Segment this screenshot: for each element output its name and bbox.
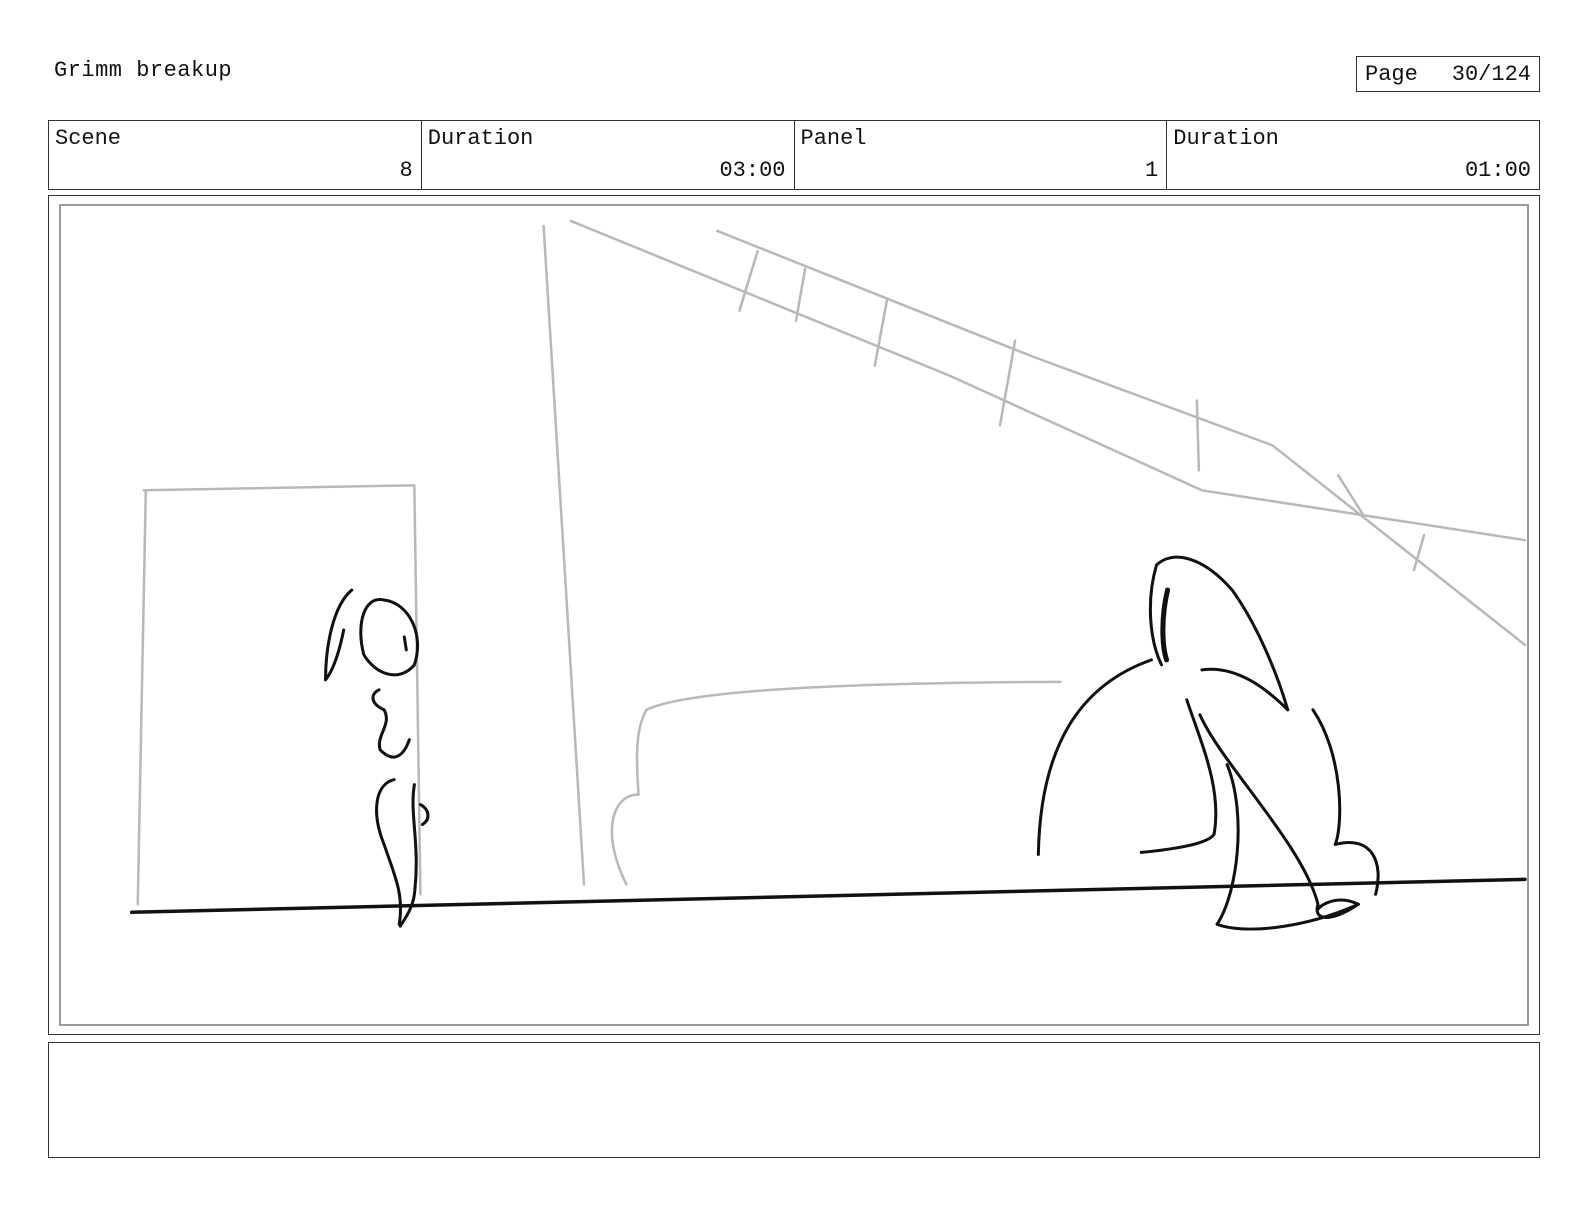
panel-label: Panel xyxy=(800,126,867,151)
panel-duration-label: Duration xyxy=(1173,126,1279,151)
scene-value: 8 xyxy=(399,158,413,183)
background-sketch xyxy=(136,219,1527,906)
shot-info-row: Scene 8 Duration 03:00 Panel 1 Duration … xyxy=(48,120,1540,190)
panel-value: 1 xyxy=(1145,158,1159,183)
page-indicator: Page 30/124 xyxy=(1356,56,1540,92)
scene-duration-label: Duration xyxy=(427,126,534,151)
page-number: 30/124 xyxy=(1451,61,1531,87)
panel-cell: Panel 1 xyxy=(795,121,1168,189)
character-sketch xyxy=(129,555,1527,931)
sketch-drawing xyxy=(129,219,1527,931)
page-label: Page xyxy=(1365,61,1418,87)
panel-notes-box xyxy=(48,1042,1540,1158)
panel-notes-text xyxy=(49,1043,1539,1059)
panel-duration-cell: Duration 01:00 xyxy=(1167,121,1539,189)
scene-duration-cell: Duration 03:00 xyxy=(422,121,795,189)
scene-cell: Scene 8 xyxy=(49,121,422,189)
scene-label: Scene xyxy=(55,126,122,151)
panel-image-area xyxy=(59,204,1529,1026)
document-title: Grimm breakup xyxy=(54,58,233,83)
scene-duration-value: 03:00 xyxy=(719,158,786,183)
storyboard-panel xyxy=(48,195,1540,1035)
panel-duration-value: 01:00 xyxy=(1464,158,1531,183)
